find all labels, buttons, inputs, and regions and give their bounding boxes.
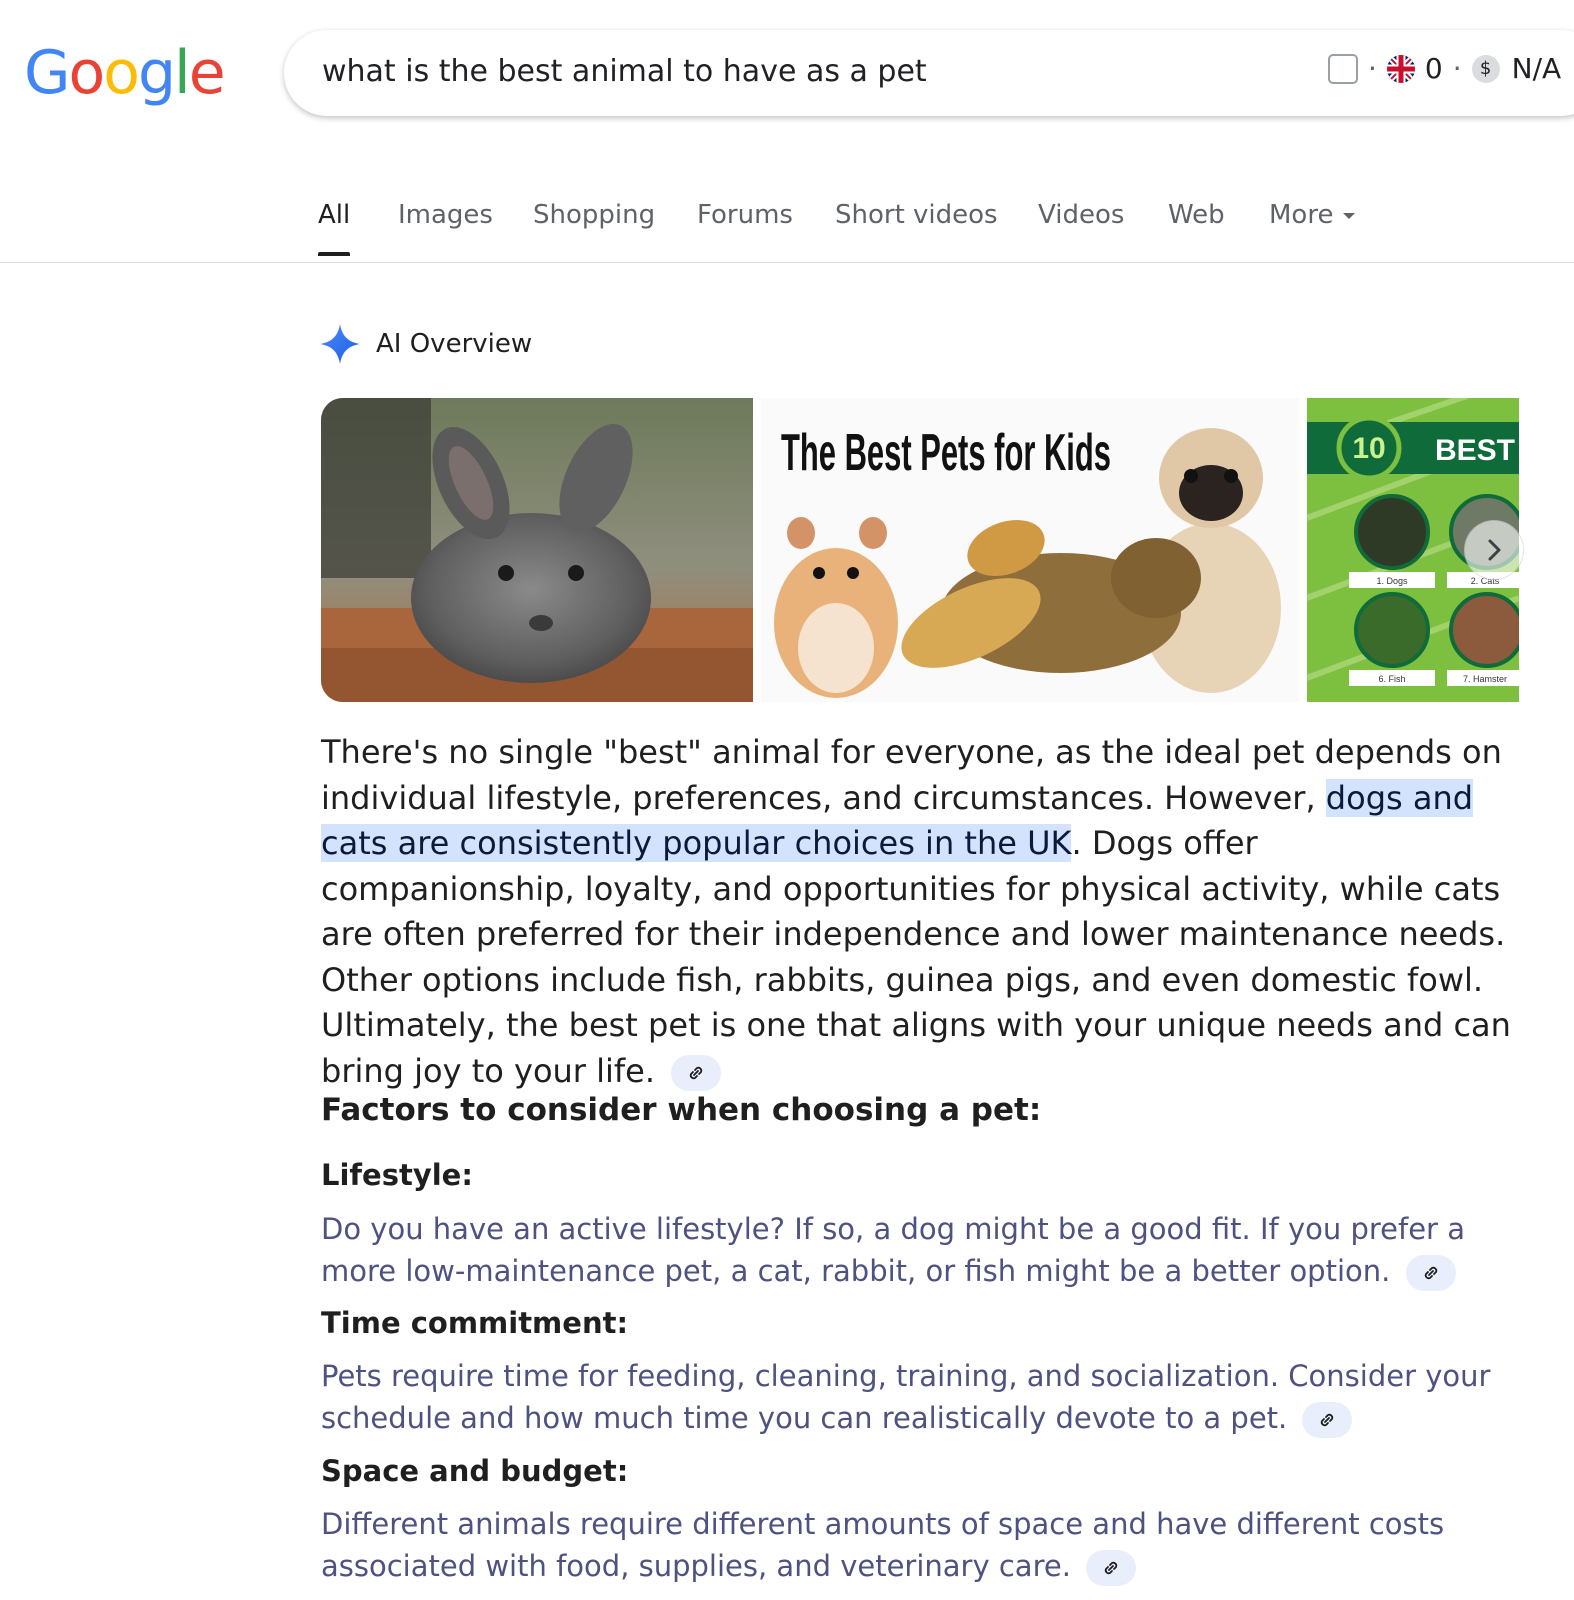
logo-letter-g: G	[24, 38, 70, 108]
factor-text-space: Different animals require different amou…	[321, 1507, 1445, 1583]
source-link-button[interactable]	[671, 1054, 722, 1091]
link-icon	[1424, 1266, 1437, 1280]
extension-value: N/A	[1511, 52, 1562, 85]
tab-more-label: More	[1269, 200, 1334, 230]
logo-letter-e: e	[188, 38, 226, 108]
extension-checkbox[interactable]	[1328, 53, 1358, 84]
logo-letter-l: l	[174, 38, 191, 108]
dollar-icon: $	[1471, 54, 1500, 83]
caption-hamster: 7. Hamster	[1463, 674, 1507, 684]
search-tabs: All Images Shopping Forums Short videos …	[0, 180, 1574, 263]
factor-body-space: Different animals require different amou…	[321, 1503, 1521, 1587]
tab-web[interactable]: Web	[1168, 200, 1225, 230]
search-bar[interactable]: what is the best animal to have as a pet…	[284, 30, 1574, 116]
ai-overview-label: AI Overview	[376, 329, 533, 359]
separator-dot: ·	[1368, 52, 1377, 85]
factor-body-lifestyle: Do you have an active lifestyle? If so, …	[321, 1208, 1521, 1292]
factor-title-time: Time commitment:	[321, 1306, 629, 1340]
extension-count: 0	[1424, 52, 1443, 85]
factors-heading: Factors to consider when choosing a pet:	[321, 1092, 1042, 1128]
factor-body-time: Pets require time for feeding, cleaning,…	[321, 1355, 1521, 1439]
carousel-next-button[interactable]	[1464, 520, 1524, 580]
ai-overview-header: AI Overview	[318, 322, 532, 366]
source-link-button[interactable]	[1086, 1550, 1137, 1586]
chinchilla-image[interactable]	[321, 398, 753, 702]
chevron-right-icon	[1488, 539, 1501, 561]
tab-all[interactable]: All	[318, 200, 351, 256]
caret-down-icon	[1343, 212, 1356, 219]
logo-letter-g2: g	[137, 38, 176, 108]
google-logo[interactable]: Google	[24, 38, 226, 108]
best-animals-title: BEST AN	[1435, 434, 1519, 467]
best-animals-badge: 10	[1352, 432, 1385, 465]
logo-letter-o1: o	[68, 38, 106, 108]
factor-title-lifestyle: Lifestyle:	[321, 1158, 473, 1192]
sparkle-icon	[320, 324, 360, 364]
ai-overview-summary: There's no single "best" animal for ever…	[321, 730, 1521, 1094]
summary-text-after: . Dogs offer companionship, loyalty, and…	[321, 824, 1511, 1090]
best-pets-for-kids-image[interactable]: The Best Pets for Kids	[761, 398, 1299, 702]
ai-image-carousel: The Best Pets for Kids 10 BEST 1. Dogs 2…	[321, 398, 1519, 702]
caption-fish: 6. Fish	[1378, 674, 1405, 684]
link-icon	[1104, 1561, 1118, 1575]
tab-more[interactable]: More	[1269, 200, 1356, 230]
source-link-button[interactable]	[1302, 1402, 1353, 1438]
search-input[interactable]: what is the best animal to have as a pet	[322, 54, 927, 89]
tab-images[interactable]: Images	[398, 200, 493, 230]
separator-dot-2: ·	[1452, 52, 1462, 85]
caption-dogs: 1. Dogs	[1376, 576, 1408, 586]
tab-videos[interactable]: Videos	[1038, 200, 1124, 230]
search-extension: · 0 · $ N/A	[1328, 52, 1561, 85]
factor-title-space: Space and budget:	[321, 1454, 629, 1488]
best-pets-title: The Best Pets for Kids	[781, 424, 1111, 482]
tab-shopping[interactable]: Shopping	[533, 200, 655, 230]
link-icon	[690, 1066, 703, 1079]
factor-text-lifestyle: Do you have an active lifestyle? If so, …	[321, 1212, 1465, 1288]
tab-short-videos[interactable]: Short videos	[835, 200, 998, 230]
link-icon	[1321, 1413, 1334, 1427]
tab-forums[interactable]: Forums	[697, 200, 793, 230]
logo-letter-o2: o	[103, 38, 140, 108]
uk-flag-icon	[1386, 54, 1415, 83]
source-link-button[interactable]	[1405, 1255, 1456, 1291]
summary-text-before: There's no single "best" animal for ever…	[321, 733, 1502, 817]
